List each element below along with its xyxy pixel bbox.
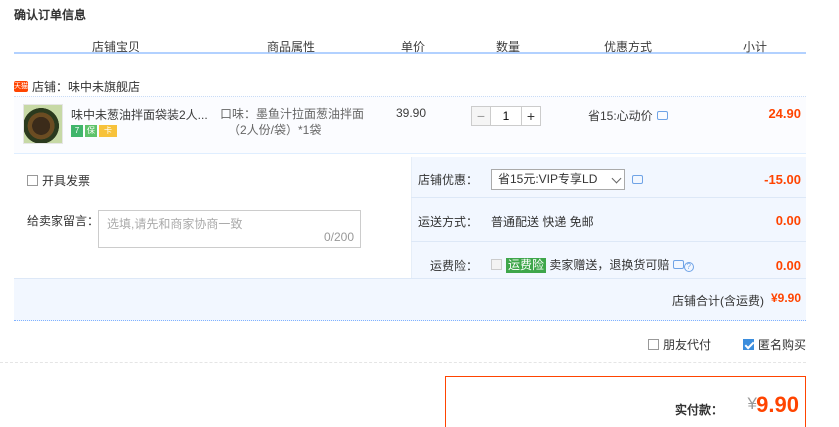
chat-icon[interactable] <box>656 111 668 120</box>
col-subtotal: 小计 <box>743 40 768 54</box>
order-item-row: 味中未葱油拌面袋装2人... 7 保 卡 口味：墨鱼汁拉面葱油拌面 （2人份/袋… <box>14 96 806 154</box>
store-discount-select[interactable]: 省15元:VIP专享LD <box>491 169 625 190</box>
qty-plus-button[interactable]: + <box>521 106 541 126</box>
shipping-amount: 0.00 <box>775 213 801 228</box>
insurance-label: 运费险： <box>430 259 479 273</box>
invoice-label: 开具发票 <box>42 174 91 188</box>
help-icon[interactable]: ? <box>683 262 694 272</box>
tmall-icon: 天猫 <box>14 81 28 92</box>
col-item: 店铺宝贝 <box>92 40 141 54</box>
invoice-checkbox[interactable]: 开具发票 <box>27 172 90 189</box>
message-label: 给卖家留言： <box>27 214 100 228</box>
anonymous-checkbox[interactable]: 匿名购买 <box>743 336 806 353</box>
message-char-count: 0/200 <box>323 230 354 244</box>
insurance-amount: 0.00 <box>775 258 801 273</box>
row-divider <box>14 278 806 279</box>
col-promo: 优惠方式 <box>604 40 653 54</box>
message-field[interactable]: 0/200 <box>98 210 361 248</box>
real-pay-box: 实付款： ¥ 9.90 <box>445 376 806 427</box>
quantity-stepper: − + <box>471 106 541 126</box>
product-thumbnail[interactable] <box>23 104 63 144</box>
guarantee-icon: 保 <box>85 125 97 137</box>
page-title: 确认订单信息 <box>14 8 87 22</box>
item-subtotal: 24.90 <box>768 106 801 121</box>
qty-input[interactable] <box>491 106 521 126</box>
store-discount-selected: 省15元:VIP专享LD <box>498 172 598 186</box>
message-input[interactable] <box>99 211 360 247</box>
friend-pay-box[interactable] <box>648 339 659 350</box>
chat-icon[interactable] <box>632 175 643 184</box>
col-qty: 数量 <box>496 40 521 54</box>
store-discount-amount: -15.00 <box>764 172 801 187</box>
insurance-checkbox[interactable] <box>491 259 502 270</box>
row-divider <box>411 241 806 242</box>
product-badges: 7 保 卡 <box>71 125 117 137</box>
real-pay-label: 实付款： <box>674 403 723 417</box>
product-name[interactable]: 味中未葱油拌面袋装2人... <box>71 106 211 123</box>
insurance-info: 运费险 卖家赠送，退换货可赔 ? <box>506 256 694 273</box>
unit-price: 39.90 <box>396 106 427 120</box>
store-total-label: 店铺合计(含运费) <box>672 294 764 308</box>
options-divider <box>411 157 412 278</box>
anonymous-label: 匿名购买 <box>758 338 807 352</box>
friend-pay-label: 朋友代付 <box>663 338 712 352</box>
col-attr: 商品属性 <box>267 40 316 54</box>
store-discount-label: 店铺优惠： <box>418 173 479 187</box>
spec-line-1: 口味：墨鱼汁拉面葱油拌面 <box>220 107 365 121</box>
insurance-tag: 运费险 <box>506 258 547 273</box>
insurance-text: 卖家赠送，退换货可赔 <box>549 258 670 272</box>
spec-line-2: （2人份/袋）*1袋 <box>228 123 322 137</box>
order-options: 开具发票 给卖家留言： 0/200 店铺优惠： 省15元:VIP专享LD -15… <box>14 157 806 321</box>
chevron-down-icon <box>611 173 622 184</box>
promo-text: 省15:心动价 <box>588 109 653 123</box>
row-divider <box>411 197 806 198</box>
promo-method: 省15:心动价 <box>588 107 668 124</box>
col-price: 单价 <box>401 40 426 54</box>
friend-pay-checkbox[interactable]: 朋友代付 <box>648 336 711 353</box>
store-header: 天猫 店铺：味中未旗舰店 <box>14 78 140 95</box>
payment-options: 朋友代付 匿名购买 <box>0 321 806 363</box>
card-payment-icon: 卡 <box>99 125 117 137</box>
store-total-value: ¥9.90 <box>770 291 801 305</box>
shipping-label: 运送方式： <box>418 215 479 229</box>
seven-day-return-icon: 7 <box>71 125 83 137</box>
qty-minus-button[interactable]: − <box>471 106 491 126</box>
column-header: 店铺宝贝 商品属性 单价 数量 优惠方式 小计 <box>14 38 806 54</box>
buyer-options: 开具发票 给卖家留言： 0/200 <box>14 157 411 278</box>
product-spec: 口味：墨鱼汁拉面葱油拌面 （2人份/袋）*1袋 <box>220 106 364 138</box>
chat-icon[interactable] <box>672 260 684 269</box>
invoice-checkbox-box[interactable] <box>27 175 38 186</box>
anonymous-box[interactable] <box>743 339 754 350</box>
shipping-value: 普通配送 快递 免邮 <box>491 215 594 229</box>
real-pay-amount: 9.90 <box>756 392 799 417</box>
store-name[interactable]: 店铺：味中未旗舰店 <box>32 78 140 95</box>
